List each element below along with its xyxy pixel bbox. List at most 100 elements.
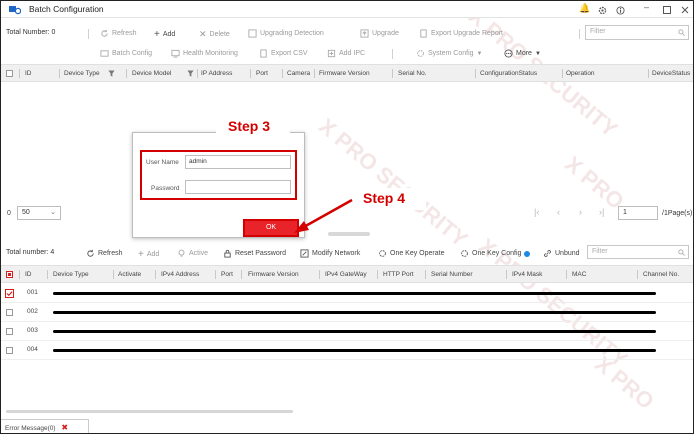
table-row[interactable]: 004 bbox=[1, 341, 693, 360]
page-total: /1Page(s) bbox=[662, 210, 693, 217]
delete-button[interactable]: ✕ Delete bbox=[199, 29, 230, 40]
window-title: Batch Configuration bbox=[29, 4, 104, 14]
refresh-icon bbox=[101, 29, 108, 37]
col-id[interactable]: ID bbox=[25, 271, 32, 278]
modify-network-button[interactable]: Modify Network bbox=[300, 249, 360, 258]
lower-add-button[interactable]: + Add bbox=[138, 249, 159, 260]
select-all-checkbox[interactable] bbox=[6, 271, 13, 278]
error-message-tab[interactable]: Error Message(0) ✖ bbox=[1, 419, 89, 433]
col-firmware-version[interactable]: Firmware Version bbox=[319, 70, 370, 77]
plus-icon: + bbox=[138, 249, 144, 260]
row-id: 002 bbox=[27, 308, 38, 315]
column-separator bbox=[19, 69, 20, 78]
export-icon bbox=[260, 49, 267, 58]
col-operation[interactable]: Operation bbox=[566, 70, 595, 77]
batch-config-button[interactable]: Batch Config bbox=[100, 49, 152, 58]
system-config-dropdown[interactable]: System Config ▼ bbox=[416, 49, 482, 58]
col-camera[interactable]: Camera bbox=[287, 70, 310, 77]
column-separator bbox=[562, 69, 563, 78]
redacted-row-data bbox=[53, 311, 656, 314]
gear-icon[interactable] bbox=[598, 6, 607, 15]
upper-table-header: ID Device Type Device Model IP Address P… bbox=[1, 64, 693, 82]
add-ipc-label: Add IPC bbox=[339, 50, 366, 57]
error-x-icon: ✖ bbox=[61, 423, 69, 432]
add-button[interactable]: + Add bbox=[154, 29, 175, 40]
col-http-port[interactable]: HTTP Port bbox=[383, 271, 414, 278]
reset-password-button[interactable]: Reset Password bbox=[223, 249, 286, 258]
filter-icon[interactable] bbox=[187, 70, 194, 77]
upgrade-button[interactable]: Upgrade bbox=[360, 29, 399, 38]
minimize-icon[interactable]: – bbox=[644, 2, 649, 12]
col-ipv4-address[interactable]: IPv4 Address bbox=[161, 271, 199, 278]
prev-page-icon[interactable]: ‹ bbox=[557, 207, 560, 217]
column-separator bbox=[19, 270, 20, 279]
row-checkbox[interactable] bbox=[6, 328, 13, 335]
column-separator bbox=[314, 69, 315, 78]
divider bbox=[579, 29, 580, 39]
redacted-row-data bbox=[53, 292, 656, 295]
health-monitoring-button[interactable]: Health Monitoring bbox=[171, 49, 238, 58]
table-row[interactable]: 001 bbox=[1, 284, 693, 303]
column-separator bbox=[566, 270, 567, 279]
col-activate[interactable]: Activate bbox=[118, 271, 141, 278]
table-row[interactable]: 003 bbox=[1, 322, 693, 341]
add-ipc-button[interactable]: Add IPC bbox=[327, 49, 365, 58]
checked-checkbox[interactable] bbox=[5, 289, 14, 298]
activate-label: Active bbox=[189, 250, 209, 257]
activate-button[interactable]: Active bbox=[177, 249, 208, 258]
column-separator bbox=[47, 270, 48, 279]
export-upgrade-report-button[interactable]: Export Upgrade Report bbox=[419, 29, 503, 38]
more-icon bbox=[504, 49, 513, 58]
upgrading-detection-button[interactable]: Upgrading Detection bbox=[248, 29, 324, 38]
filter-icon[interactable] bbox=[108, 70, 115, 77]
bell-icon[interactable]: 🔔 bbox=[579, 3, 590, 14]
close-icon[interactable] bbox=[681, 6, 689, 14]
row-checkbox[interactable] bbox=[6, 309, 13, 316]
next-page-icon[interactable]: › bbox=[579, 207, 582, 217]
col-ipv4-mask[interactable]: IPv4 Mask bbox=[512, 271, 542, 278]
col-port[interactable]: Port bbox=[221, 271, 233, 278]
error-message-label: Error Message(0) bbox=[5, 425, 56, 432]
horizontal-scrollbar[interactable] bbox=[6, 410, 293, 413]
col-serial-number[interactable]: Serial Number bbox=[431, 271, 473, 278]
column-separator bbox=[215, 270, 216, 279]
more-label: More bbox=[516, 50, 532, 57]
column-separator bbox=[59, 69, 60, 78]
page-size-select[interactable]: 50 ⌄ bbox=[17, 206, 61, 220]
maximize-icon[interactable] bbox=[663, 6, 671, 14]
lower-filter-input[interactable]: Filter bbox=[587, 245, 689, 259]
col-ipv4-gateway[interactable]: IPv4 GateWay bbox=[325, 271, 367, 278]
col-device-status[interactable]: DeviceStatus bbox=[652, 70, 690, 77]
first-page-icon[interactable]: |‹ bbox=[534, 207, 539, 217]
col-device-model[interactable]: Device Model bbox=[132, 70, 171, 77]
lower-table-header: ID Device Type Activate IPv4 Address Por… bbox=[1, 265, 693, 283]
table-row[interactable]: 002 bbox=[1, 303, 693, 322]
page-number-input[interactable]: 1 bbox=[618, 206, 658, 220]
col-configuration-status[interactable]: ConfigurationStatus bbox=[480, 70, 537, 77]
divider bbox=[392, 49, 393, 59]
export-csv-button[interactable]: Export CSV bbox=[259, 49, 308, 58]
one-key-operate-button[interactable]: One Key Operate bbox=[378, 249, 444, 258]
more-dropdown[interactable]: More ▼ bbox=[504, 49, 541, 58]
filter-input[interactable]: Filter bbox=[585, 25, 689, 40]
one-key-config-button[interactable]: One Key Config bbox=[460, 249, 531, 258]
col-device-type[interactable]: Device Type bbox=[53, 271, 89, 278]
info-icon[interactable] bbox=[616, 6, 625, 15]
col-id[interactable]: ID bbox=[25, 70, 32, 77]
row-checkbox[interactable] bbox=[6, 347, 13, 354]
col-device-type[interactable]: Device Type bbox=[64, 70, 100, 77]
col-serial-no[interactable]: Serial No. bbox=[398, 70, 427, 77]
select-all-checkbox[interactable] bbox=[6, 70, 13, 77]
refresh-button[interactable]: Refresh bbox=[100, 29, 137, 38]
batch-config-label: Batch Config bbox=[112, 50, 153, 57]
lower-refresh-button[interactable]: Refresh bbox=[86, 249, 123, 258]
col-channel-no[interactable]: Channel No. bbox=[643, 271, 679, 278]
last-page-icon[interactable]: ›| bbox=[599, 207, 604, 217]
col-mac[interactable]: MAC bbox=[572, 271, 586, 278]
lower-refresh-label: Refresh bbox=[98, 250, 123, 257]
col-firmware-version[interactable]: Firmware Version bbox=[248, 271, 299, 278]
col-ip-address[interactable]: IP Address bbox=[201, 70, 232, 77]
unbind-button[interactable]: Unbund bbox=[543, 249, 580, 258]
col-port[interactable]: Port bbox=[256, 70, 268, 77]
lower-add-label: Add bbox=[146, 251, 160, 258]
